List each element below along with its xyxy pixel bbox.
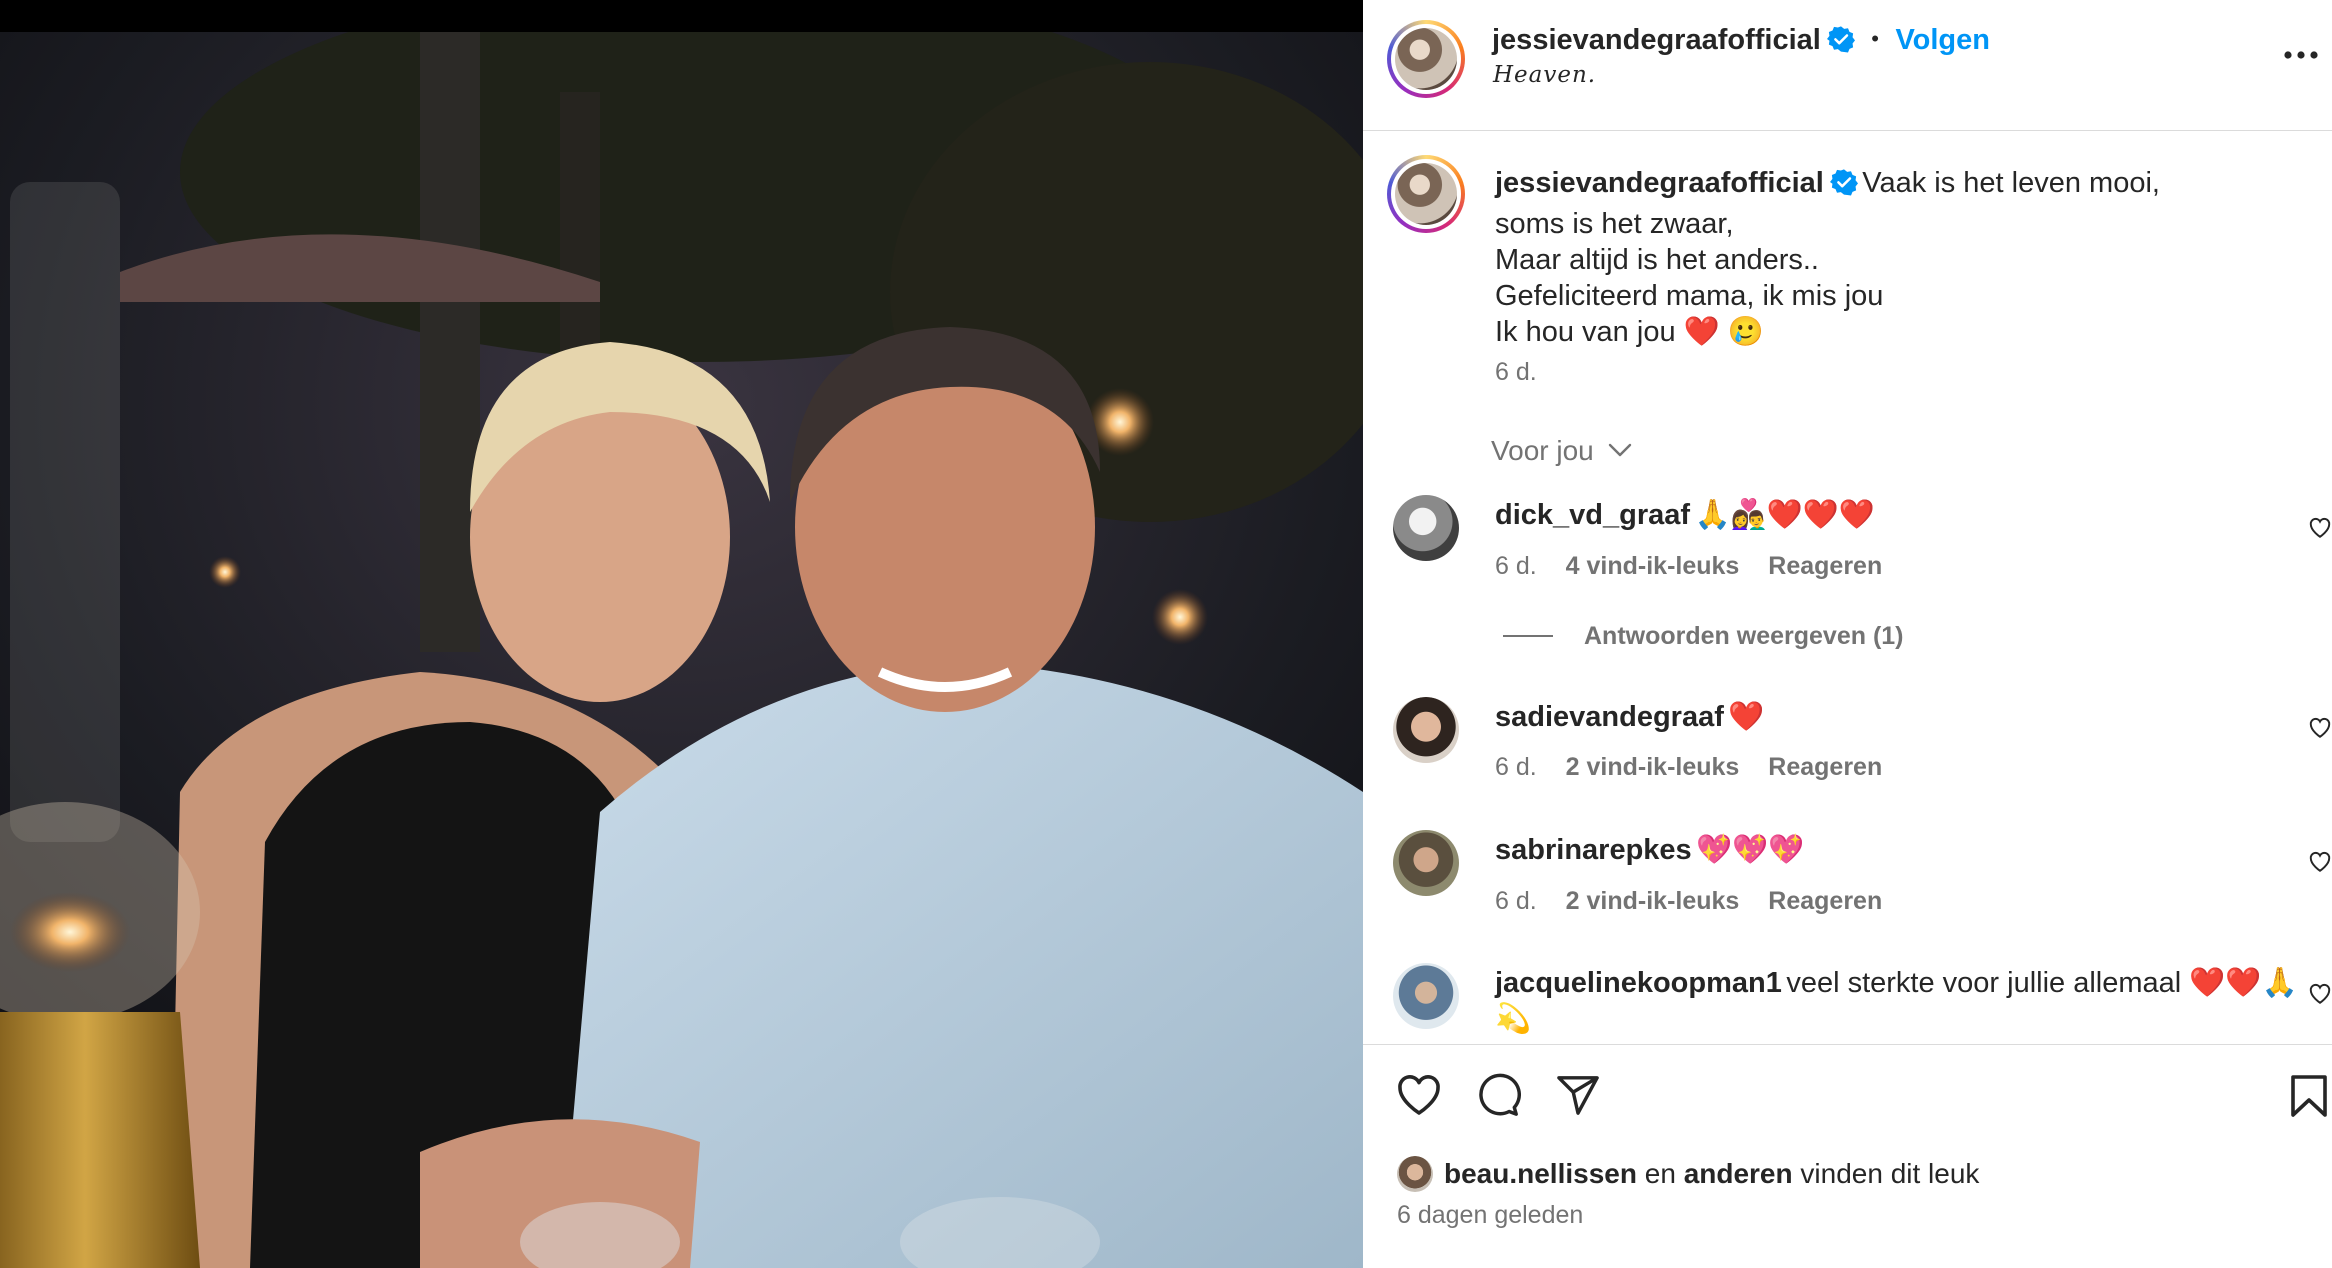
follow-button[interactable]: Volgen — [1895, 24, 1990, 56]
likes-suffix: vinden dit leuk — [1800, 1158, 1980, 1189]
comment-time[interactable]: 6 d. — [1495, 753, 1537, 781]
comment-meta: 6 d. 2 vind-ik-leuks Reageren — [1495, 887, 1882, 916]
commenter-username[interactable]: jacquelinekoopman1 — [1495, 967, 1782, 999]
comment-like-heart-icon[interactable] — [2307, 714, 2332, 740]
comment-text: ❤️ — [1728, 701, 1765, 733]
replies-line — [1503, 635, 1553, 637]
caption-author-username[interactable]: jessievandegraafofficial — [1495, 167, 1824, 199]
comment-time[interactable]: 6 d. — [1495, 552, 1537, 580]
comment-body: jacquelinekoopman1 veel sterkte voor jul… — [1495, 966, 2298, 1000]
caption-line: Vaak is het leven mooi, — [1862, 167, 2160, 199]
verified-badge-icon — [1829, 169, 1858, 196]
photo-top-bar — [0, 0, 1363, 32]
comment-body: sabrinarepkes 💖💖💖 — [1495, 833, 1804, 867]
liker-username[interactable]: beau.nellissen — [1444, 1158, 1637, 1189]
commenter-username[interactable]: sadievandegraaf — [1495, 701, 1724, 733]
commenter-avatar[interactable] — [1393, 830, 1459, 896]
comment-like-heart-icon[interactable] — [2307, 980, 2332, 1006]
chevron-down-icon — [1608, 443, 1631, 457]
commenter-avatar[interactable] — [1393, 495, 1459, 561]
comment-meta: 6 d. 4 vind-ik-leuks Reageren — [1495, 552, 1882, 581]
post-side-panel: jessievandegraafofficial • Volgen Heaven… — [1363, 0, 2332, 1268]
comments-filter-label: Voor jou — [1491, 435, 1594, 466]
likes-connector: en — [1644, 1158, 1676, 1189]
comment-body: sadievandegraaf ❤️ — [1495, 700, 1764, 734]
caption-time[interactable]: 6 d. — [1495, 358, 1537, 387]
more-horizontal-icon[interactable] — [2284, 50, 2318, 60]
reply-button[interactable]: Reageren — [1768, 552, 1882, 580]
post-photo[interactable] — [0, 0, 1363, 1268]
likes-summary: beau.nellissen en anderen vinden dit leu… — [1444, 1158, 1979, 1190]
comment-time[interactable]: 6 d. — [1495, 887, 1537, 915]
view-replies-button[interactable]: Antwoorden weergeven (1) — [1584, 622, 1904, 651]
comment-likes[interactable]: 2 vind-ik-leuks — [1566, 887, 1740, 915]
comment-like-heart-icon[interactable] — [2307, 848, 2332, 874]
likes-others[interactable]: anderen — [1684, 1158, 1793, 1189]
header-divider — [1363, 130, 2332, 131]
comment-meta: 6 d. 2 vind-ik-leuks Reageren — [1495, 753, 1882, 782]
commenter-username[interactable]: dick_vd_graaf — [1495, 499, 1690, 531]
heart-outline-icon[interactable] — [1395, 1072, 1443, 1116]
post-location[interactable]: Heaven. — [1493, 62, 1596, 88]
caption: jessievandegraafofficial Vaak is het lev… — [1495, 165, 2295, 350]
comment-icon[interactable] — [1475, 1072, 1521, 1118]
comment-body: dick_vd_graaf 🙏👩‍❤️‍👨❤️❤️❤️ — [1495, 498, 1875, 532]
commenter-avatar[interactable] — [1393, 963, 1459, 1029]
send-icon[interactable] — [1555, 1074, 1601, 1116]
caption-line: Maar altijd is het anders.. — [1495, 244, 1819, 276]
post-header-line: jessievandegraafofficial • Volgen — [1492, 24, 1990, 57]
comment-text: 💖💖💖 — [1696, 834, 1805, 866]
bookmark-icon[interactable] — [2289, 1074, 2329, 1118]
author-username[interactable]: jessievandegraafofficial — [1492, 24, 1821, 56]
reply-button[interactable]: Reageren — [1768, 753, 1882, 781]
comment-text: 🙏👩‍❤️‍👨❤️❤️❤️ — [1694, 499, 1876, 531]
comment-likes[interactable]: 2 vind-ik-leuks — [1566, 753, 1740, 781]
caption-line: soms is het zwaar, — [1495, 208, 1734, 240]
comment-likes[interactable]: 4 vind-ik-leuks — [1566, 552, 1740, 580]
commenter-avatar[interactable] — [1393, 697, 1459, 763]
actions-divider — [1363, 1044, 2332, 1045]
verified-badge-icon — [1826, 26, 1855, 53]
caption-author-avatar[interactable] — [1387, 155, 1465, 233]
separator-dot: • — [1871, 26, 1879, 51]
caption-line: Ik hou van jou ❤️ 🥲 — [1495, 316, 1764, 348]
author-avatar[interactable] — [1387, 20, 1465, 98]
reply-button[interactable]: Reageren — [1768, 887, 1882, 915]
post-image — [0, 32, 1363, 1268]
comment-text: veel sterkte voor jullie allemaal ❤️❤️🙏 — [1786, 967, 2298, 999]
comment-text-continued: 💫 — [1495, 1003, 1532, 1035]
comments-filter[interactable]: Voor jou — [1491, 435, 1632, 467]
commenter-username[interactable]: sabrinarepkes — [1495, 834, 1692, 866]
liker-avatar[interactable] — [1397, 1156, 1433, 1192]
comment-like-heart-icon[interactable] — [2307, 514, 2332, 540]
post-date[interactable]: 6 dagen geleden — [1397, 1201, 1583, 1230]
caption-line: Gefeliciteerd mama, ik mis jou — [1495, 280, 1884, 312]
